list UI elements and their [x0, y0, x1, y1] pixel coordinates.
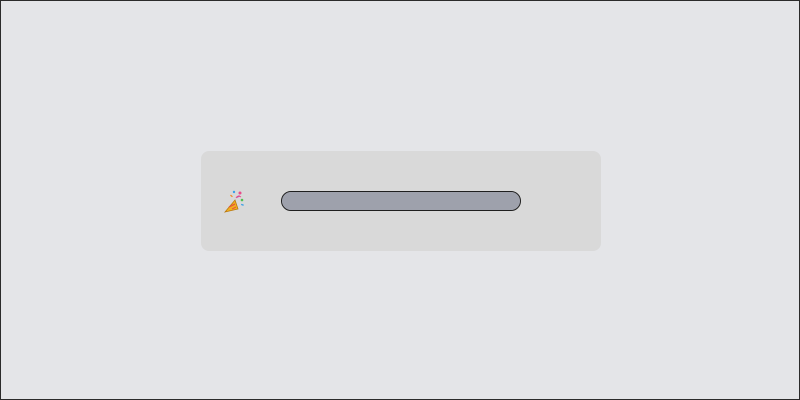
- party-popper-icon: [223, 189, 245, 213]
- progress-fill: [282, 192, 520, 210]
- screen: [0, 0, 800, 400]
- progress-bar: [281, 191, 521, 211]
- completion-card: [201, 151, 601, 251]
